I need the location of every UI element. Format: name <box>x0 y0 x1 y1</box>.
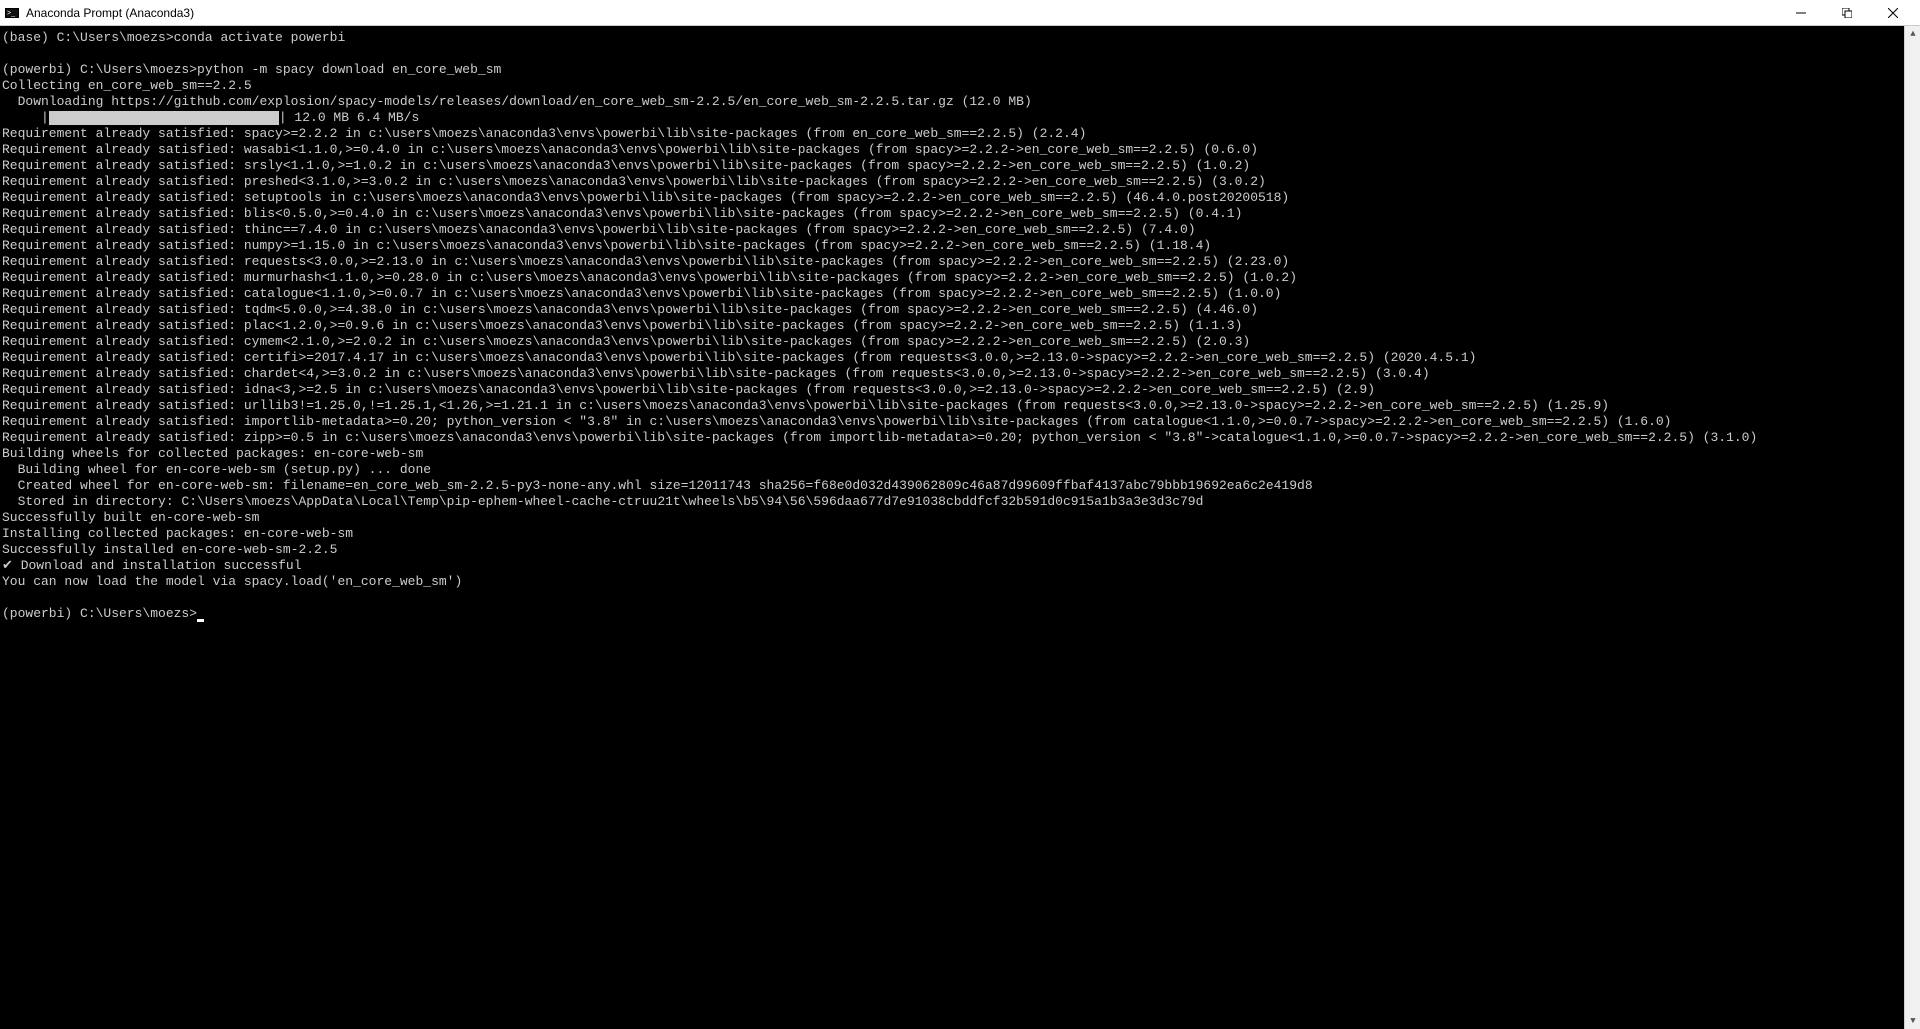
scroll-track[interactable] <box>1905 42 1920 1013</box>
scroll-down-arrow-icon[interactable]: ▼ <box>1905 1013 1920 1029</box>
titlebar[interactable]: >_ Anaconda Prompt (Anaconda3) <box>0 0 1920 26</box>
scroll-up-arrow-icon[interactable]: ▲ <box>1905 26 1920 42</box>
requirement-line: Requirement already satisfied: setuptool… <box>2 190 1289 205</box>
prompt-base: (base) C:\Users\moezs> <box>2 30 174 45</box>
requirement-line: Requirement already satisfied: blis<0.5.… <box>2 206 1242 221</box>
installed-success: Successfully installed en-core-web-sm-2.… <box>2 542 337 557</box>
requirement-line: Requirement already satisfied: requests<… <box>2 254 1289 269</box>
load-hint: You can now load the model via spacy.loa… <box>2 574 462 589</box>
requirement-line: Requirement already satisfied: zipp>=0.5… <box>2 430 1757 445</box>
building-wheel: Building wheel for en-core-web-sm (setup… <box>2 462 431 477</box>
requirement-line: Requirement already satisfied: cymem<2.1… <box>2 334 1250 349</box>
progress-suffix: | 12.0 MB 6.4 MB/s <box>279 110 419 125</box>
requirement-line: Requirement already satisfied: plac<1.2.… <box>2 318 1242 333</box>
svg-text:>_: >_ <box>7 10 15 17</box>
scrollbar-vertical[interactable]: ▲ ▼ <box>1904 26 1920 1029</box>
downloading-line: Downloading https://github.com/explosion… <box>2 94 1032 109</box>
collecting-line: Collecting en_core_web_sm==2.2.5 <box>2 78 252 93</box>
requirement-line: Requirement already satisfied: catalogue… <box>2 286 1281 301</box>
requirement-line: Requirement already satisfied: importlib… <box>2 414 1671 429</box>
cursor <box>197 619 204 622</box>
requirement-line: Requirement already satisfied: chardet<4… <box>2 366 1430 381</box>
window-title: Anaconda Prompt (Anaconda3) <box>26 6 194 20</box>
requirement-line: Requirement already satisfied: preshed<3… <box>2 174 1266 189</box>
progress-prefix: | <box>2 110 49 125</box>
built-success: Successfully built en-core-web-sm <box>2 510 259 525</box>
prompt-final: (powerbi) C:\Users\moezs> <box>2 606 197 621</box>
requirement-line: Requirement already satisfied: numpy>=1.… <box>2 238 1211 253</box>
close-button[interactable] <box>1870 0 1916 26</box>
requirement-line: Requirement already satisfied: murmurhas… <box>2 270 1297 285</box>
stored-dir: Stored in directory: C:\Users\moezs\AppD… <box>2 494 1203 509</box>
requirement-line: Requirement already satisfied: certifi>=… <box>2 350 1476 365</box>
requirement-line: Requirement already satisfied: idna<3,>=… <box>2 382 1375 397</box>
requirement-line: Requirement already satisfied: urllib3!=… <box>2 398 1609 413</box>
requirement-line: Requirement already satisfied: wasabi<1.… <box>2 142 1258 157</box>
building-header: Building wheels for collected packages: … <box>2 446 423 461</box>
minimize-button[interactable] <box>1778 0 1824 26</box>
prompt-powerbi: (powerbi) C:\Users\moezs> <box>2 62 197 77</box>
download-success: ✔ Download and installation successful <box>2 558 302 573</box>
installing-line: Installing collected packages: en-core-w… <box>2 526 353 541</box>
maximize-button[interactable] <box>1824 0 1870 26</box>
created-wheel: Created wheel for en-core-web-sm: filena… <box>2 478 1313 493</box>
terminal-output[interactable]: (base) C:\Users\moezs>conda activate pow… <box>0 26 1904 1029</box>
requirement-line: Requirement already satisfied: spacy>=2.… <box>2 126 1086 141</box>
command-spacy-download: python -m spacy download en_core_web_sm <box>197 62 501 77</box>
requirement-line: Requirement already satisfied: thinc==7.… <box>2 222 1196 237</box>
requirement-line: Requirement already satisfied: tqdm<5.0.… <box>2 302 1258 317</box>
requirement-line: Requirement already satisfied: srsly<1.1… <box>2 158 1250 173</box>
progress-bar <box>49 111 279 125</box>
command-activate: conda activate powerbi <box>174 30 346 45</box>
app-icon: >_ <box>4 5 20 21</box>
